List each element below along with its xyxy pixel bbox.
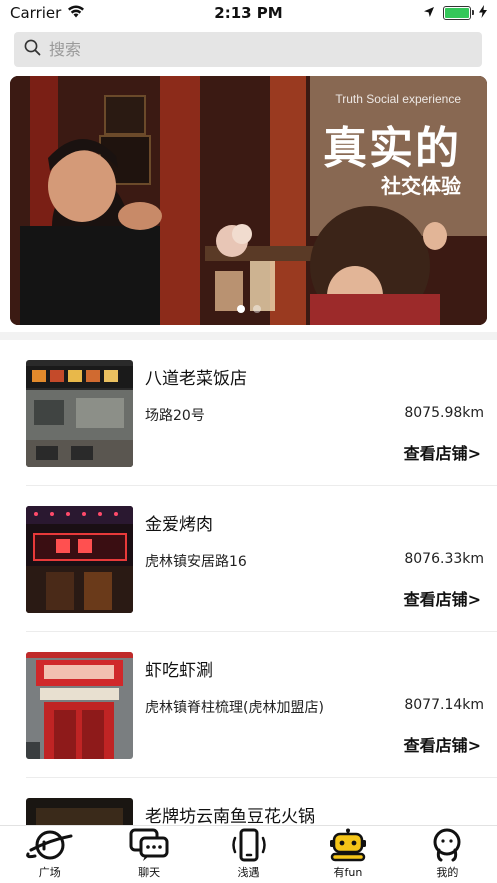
tab-chat[interactable]: 聊天 [99,826,198,883]
shop-address: 虎林镇脊柱梳理(虎林加盟店) [145,700,324,716]
tab-label: 聊天 [138,866,161,879]
shop-item[interactable]: 虾吃虾涮 虎林镇脊柱梳理(虎林加盟店) 8077.14km 查看店铺> [26,632,497,778]
view-shop-link[interactable]: 查看店铺> [404,732,481,756]
tab-label: 我的 [436,866,459,879]
tab-label: 浅遇 [237,866,260,879]
tab-label: 广场 [38,866,61,879]
shop-distance: 8077.14km [404,697,484,713]
profile-icon [433,828,461,862]
tab-fun[interactable]: 有fun [298,826,397,883]
search-icon [24,39,41,60]
banner-pagination[interactable] [10,305,487,313]
shop-distance: 8075.98km [404,405,484,421]
view-shop-link[interactable]: 查看店铺> [404,586,481,610]
view-shop-link[interactable]: 查看店铺> [404,440,481,464]
status-bar: Carrier 2:13 PM [0,0,497,26]
shop-distance: 8076.33km [404,551,484,567]
robot-icon [329,828,366,862]
planet-icon [25,830,73,860]
tab-label: 有fun [333,866,363,879]
search-input[interactable] [49,40,449,59]
charging-bolt-icon [479,4,487,22]
shop-thumbnail [26,798,133,825]
banner-title: 真实的 [323,123,461,174]
tab-bar: 广场 聊天 浅遇 有fun 我的 [0,825,497,883]
shop-name: 金爱烤肉 [145,515,213,535]
shop-address: 虎林镇安居路16 [145,554,247,570]
shop-item[interactable]: 八道老菜饭店 场路20号 8075.98km 查看店铺> [26,340,497,486]
wifi-icon [67,4,85,22]
battery-level [445,8,469,18]
location-arrow-icon [423,4,435,22]
shop-name: 八道老菜饭店 [145,369,247,389]
tab-mine[interactable]: 我的 [398,826,497,883]
tab-plaza[interactable]: 广场 [0,826,99,883]
section-divider [0,332,497,340]
banner-dot[interactable] [236,305,245,313]
banner-subtitle: Truth Social experience [335,92,461,106]
banner-dot[interactable] [252,305,261,313]
shop-name: 老牌坊云南鱼豆花火锅 [145,807,315,825]
shop-item[interactable]: 老牌坊云南鱼豆花火锅 [26,778,497,825]
shop-thumbnail [26,506,133,613]
carrier-label: Carrier [10,4,62,22]
shop-item[interactable]: 金爱烤肉 虎林镇安居路16 8076.33km 查看店铺> [26,486,497,632]
shop-name: 虾吃虾涮 [145,661,213,681]
shop-thumbnail [26,652,133,759]
shop-list: 八道老菜饭店 场路20号 8075.98km 查看店铺> 金爱烤肉 虎林镇安居路… [0,340,497,825]
chat-icon [129,828,169,861]
shop-thumbnail [26,360,133,467]
search-bar[interactable] [14,32,482,67]
phone-icon [231,828,266,862]
promo-banner[interactable]: Truth Social experience 真实的 社交体验 [10,76,487,325]
tab-encounter[interactable]: 浅遇 [199,826,298,883]
shop-address: 场路20号 [145,408,205,424]
battery-icon [443,6,474,20]
banner-title2: 社交体验 [381,174,461,198]
